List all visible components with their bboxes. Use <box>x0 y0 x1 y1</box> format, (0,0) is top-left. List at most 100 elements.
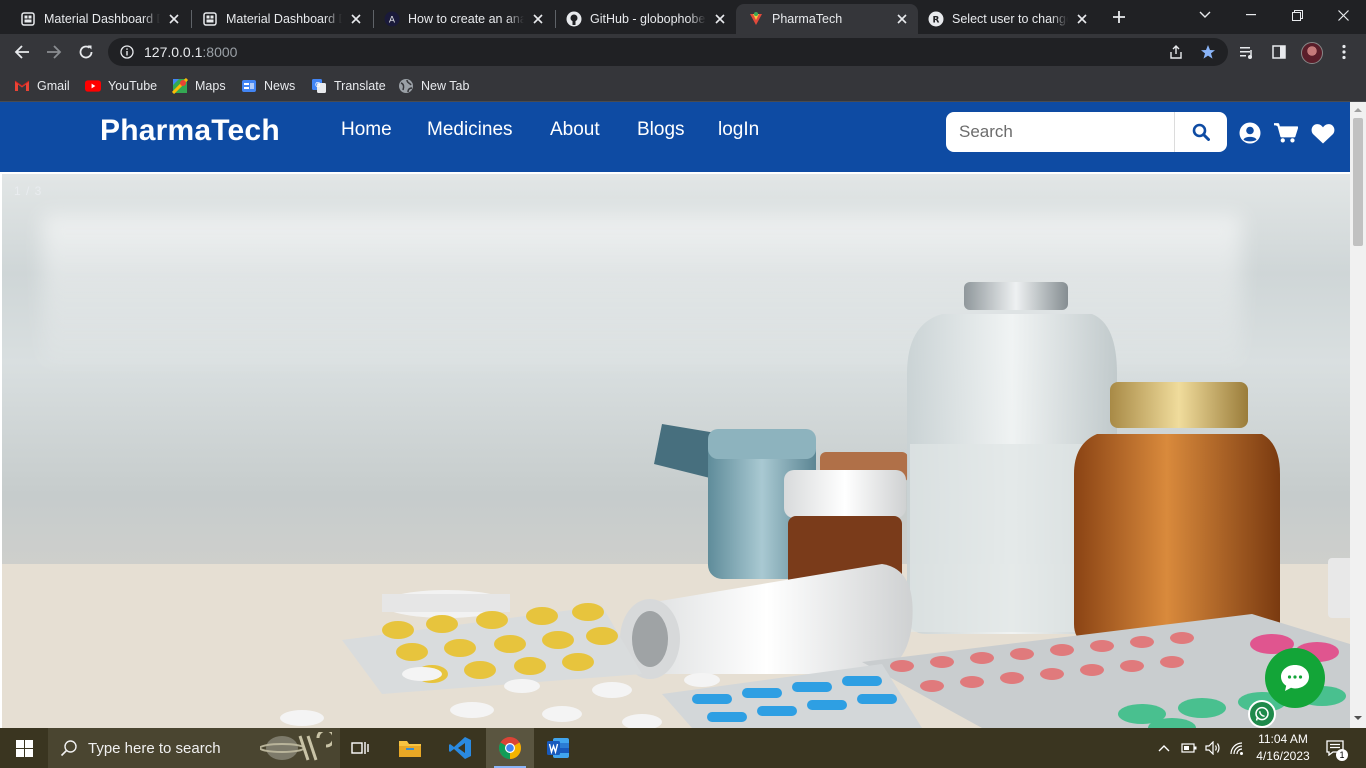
restore-button[interactable] <box>1274 0 1320 30</box>
tray-overflow-button[interactable] <box>1156 728 1172 768</box>
reading-list-button[interactable] <box>1233 38 1261 66</box>
github-favicon-icon <box>566 11 582 27</box>
nav-link-home[interactable]: Home <box>341 119 392 141</box>
scroll-up-icon <box>1354 108 1362 112</box>
bookmark-gmail[interactable]: Gmail <box>14 76 70 96</box>
battery-icon <box>1181 743 1197 753</box>
profile-avatar[interactable] <box>1301 42 1323 64</box>
close-icon[interactable] <box>348 11 364 27</box>
dashboard-favicon-icon <box>20 11 36 27</box>
url-port: :8000 <box>202 44 238 60</box>
bookmark-youtube[interactable]: YouTube <box>85 76 157 96</box>
browser-menu-button[interactable] <box>1330 38 1358 66</box>
whatsapp-icon <box>1255 706 1269 721</box>
task-view-button[interactable] <box>336 728 384 768</box>
close-icon[interactable] <box>1074 11 1090 27</box>
nav-link-blogs[interactable]: Blogs <box>637 119 685 141</box>
hero-slider[interactable]: 1 / 3 <box>2 174 1350 728</box>
notification-count: 1 <box>1336 749 1348 761</box>
start-button[interactable] <box>0 728 48 768</box>
live-chat-button[interactable] <box>1265 648 1325 708</box>
tab-material-dashboard-2[interactable]: Material Dashboard Dj <box>190 4 372 34</box>
volume-button[interactable] <box>1204 728 1222 768</box>
scroll-thumb[interactable] <box>1353 118 1363 246</box>
taskbar-search-box[interactable]: Type here to search <box>48 728 340 768</box>
tab-material-dashboard-1[interactable]: Material Dashboard Dj <box>8 4 190 34</box>
word-button[interactable] <box>534 728 582 768</box>
taskbar-clock[interactable]: 11:04 AM 4/16/2023 <box>1248 731 1318 765</box>
site-search-input[interactable] <box>946 113 1174 151</box>
heart-icon[interactable] <box>1311 121 1335 145</box>
page-scrollbar[interactable] <box>1350 102 1366 728</box>
tab-analytics-article[interactable]: A How to create an anal <box>372 4 554 34</box>
bookmark-new-tab[interactable]: New Tab <box>398 76 469 96</box>
share-icon[interactable] <box>1168 44 1184 60</box>
windows-logo-icon <box>15 739 33 757</box>
translate-icon: G <box>311 78 327 94</box>
hero-image <box>2 282 1350 728</box>
nav-link-about[interactable]: About <box>550 119 600 141</box>
plus-icon <box>1113 11 1125 23</box>
globe-icon <box>398 78 414 94</box>
back-button[interactable] <box>8 38 36 66</box>
taskbar-search-placeholder: Type here to search <box>88 739 221 757</box>
url-text: 127.0.0.1:8000 <box>144 44 237 60</box>
address-bar[interactable]: 127.0.0.1:8000 <box>108 38 1228 66</box>
chrome-taskbar-button[interactable] <box>486 728 534 768</box>
minimize-button[interactable] <box>1228 0 1274 30</box>
chevron-down-icon <box>1199 11 1211 18</box>
file-explorer-button[interactable] <box>386 728 434 768</box>
forward-button[interactable] <box>40 38 68 66</box>
gmail-icon <box>14 78 30 94</box>
user-icon[interactable] <box>1238 121 1262 145</box>
news-icon <box>241 78 257 94</box>
close-icon[interactable] <box>712 11 728 27</box>
arrow-right-icon <box>47 45 62 59</box>
notification-center-button[interactable]: 1 <box>1322 728 1348 768</box>
bookmark-label: News <box>264 79 296 93</box>
nav-link-login[interactable]: logIn <box>718 119 759 141</box>
search-icon <box>1192 123 1210 141</box>
tab-search-button[interactable] <box>1182 0 1228 30</box>
clock-time: 11:04 AM <box>1258 732 1308 746</box>
tab-title: GitHub - globophobe/ <box>590 12 706 26</box>
search-highlight-icon <box>260 732 332 761</box>
bookmark-translate[interactable]: G Translate <box>311 76 386 96</box>
site-logo[interactable]: PharmaTech <box>100 114 280 148</box>
svg-text:R: R <box>933 16 940 26</box>
svg-text:A: A <box>389 16 396 26</box>
reload-button[interactable] <box>72 38 100 66</box>
cart-icon[interactable] <box>1274 121 1298 145</box>
dashboard-favicon-icon <box>202 11 218 27</box>
close-icon[interactable] <box>166 11 182 27</box>
bookmarks-bar: Gmail YouTube Maps News G Translate New … <box>0 70 1366 102</box>
clock-date: 4/16/2023 <box>1256 749 1310 763</box>
close-icon[interactable] <box>530 11 546 27</box>
windows-taskbar: Type here to search 11:04 AM 4/16/2023 1 <box>0 728 1366 768</box>
nav-link-medicines[interactable]: Medicines <box>427 119 513 141</box>
bookmark-maps[interactable]: Maps <box>172 76 226 96</box>
tab-django-admin[interactable]: R Select user to change <box>916 4 1098 34</box>
new-tab-button[interactable] <box>1108 6 1130 28</box>
whatsapp-button[interactable] <box>1248 700 1276 728</box>
vscode-button[interactable] <box>436 728 484 768</box>
battery-button[interactable] <box>1180 728 1198 768</box>
side-panel-icon <box>1272 45 1286 59</box>
web-page: PharmaTech Home Medicines About Blogs lo… <box>0 102 1350 728</box>
maps-icon <box>172 78 188 94</box>
browser-tab-strip: Material Dashboard Dj Material Dashboard… <box>0 0 1366 34</box>
bookmark-star-icon[interactable] <box>1200 44 1216 60</box>
close-window-button[interactable] <box>1320 0 1366 30</box>
tab-github[interactable]: GitHub - globophobe/ <box>554 4 736 34</box>
search-icon <box>60 740 77 757</box>
site-search-button[interactable] <box>1175 112 1227 152</box>
close-icon <box>1337 9 1349 21</box>
side-panel-button[interactable] <box>1265 38 1293 66</box>
bookmark-news[interactable]: News <box>241 76 295 96</box>
slider-next-button[interactable] <box>1328 558 1350 618</box>
network-button[interactable] <box>1228 728 1246 768</box>
pharmatech-favicon-icon <box>748 11 764 27</box>
close-icon[interactable] <box>894 11 910 27</box>
tab-pharmatech[interactable]: PharmaTech <box>736 4 918 34</box>
word-icon <box>547 738 569 758</box>
